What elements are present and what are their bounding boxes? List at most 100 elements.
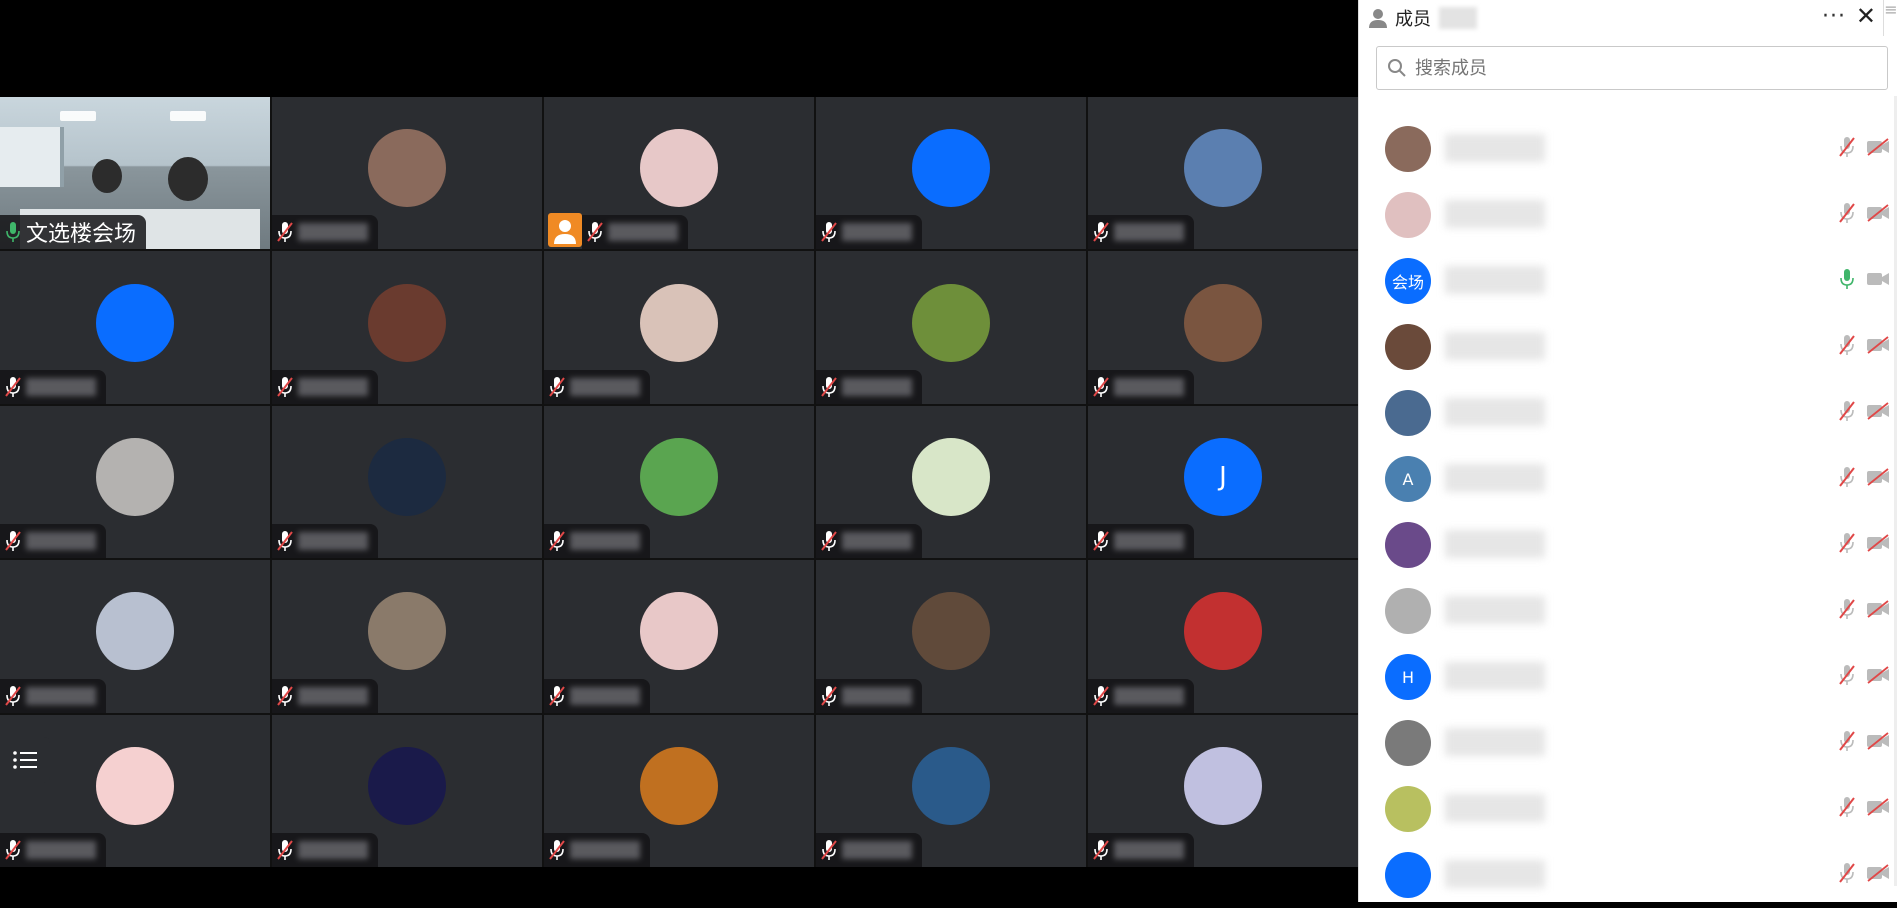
video-tile[interactable]: [0, 405, 270, 559]
member-count: [1439, 7, 1477, 29]
microphone-muted-icon[interactable]: [1838, 334, 1856, 360]
video-tile[interactable]: J: [1088, 405, 1358, 559]
member-avatar: [1385, 126, 1431, 172]
camera-on-icon[interactable]: [1866, 270, 1890, 292]
participant-name-bar: [816, 369, 922, 404]
member-name-redacted: [1445, 794, 1545, 822]
close-panel-button[interactable]: ✕: [1856, 2, 1876, 30]
avatar-initial: J: [1219, 461, 1227, 492]
video-tile[interactable]: [816, 405, 1086, 559]
video-tile[interactable]: [0, 251, 270, 404]
microphone-muted-icon: [276, 530, 294, 552]
member-name-redacted: [1445, 530, 1545, 558]
video-tile[interactable]: [544, 714, 814, 867]
member-search-box[interactable]: [1376, 46, 1888, 90]
participant-avatar: [912, 592, 990, 671]
microphone-muted-icon[interactable]: [1838, 598, 1856, 624]
camera-off-icon[interactable]: [1866, 864, 1890, 886]
microphone-muted-icon: [276, 221, 294, 243]
members-panel: 成员 ··· ✕ ≡ 会场 A H: [1358, 0, 1897, 902]
participant-avatar: [368, 746, 446, 825]
microphone-on-icon[interactable]: [1838, 268, 1856, 294]
microphone-muted-icon[interactable]: [1838, 136, 1856, 162]
microphone-muted-icon[interactable]: [1838, 400, 1856, 426]
participant-name-redacted: [298, 223, 368, 242]
participant-name-redacted: [842, 840, 912, 859]
participant-list-toggle-button[interactable]: [0, 737, 50, 783]
microphone-muted-icon[interactable]: [1838, 202, 1856, 228]
video-tile[interactable]: [272, 251, 542, 404]
video-tile[interactable]: [272, 560, 542, 713]
member-search-input[interactable]: [1413, 56, 1837, 80]
video-tile[interactable]: [544, 560, 814, 713]
camera-off-icon[interactable]: [1866, 138, 1890, 160]
video-tile[interactable]: [272, 714, 542, 867]
member-avatar: [1385, 786, 1431, 832]
member-row[interactable]: [1359, 512, 1897, 578]
microphone-muted-icon: [548, 839, 566, 861]
video-tile[interactable]: [544, 97, 814, 250]
participant-name: 文选楼会场: [26, 222, 137, 248]
member-row[interactable]: [1359, 776, 1897, 842]
member-row[interactable]: [1359, 116, 1897, 182]
participant-name-redacted: [842, 532, 912, 551]
microphone-muted-icon[interactable]: [1838, 796, 1856, 822]
camera-off-icon[interactable]: [1866, 534, 1890, 556]
camera-off-icon[interactable]: [1866, 336, 1890, 358]
participant-name-redacted: [570, 532, 640, 551]
participant-name-bar: [544, 832, 650, 867]
microphone-muted-icon[interactable]: [1838, 532, 1856, 558]
member-row[interactable]: [1359, 182, 1897, 248]
video-tile[interactable]: [272, 405, 542, 559]
member-row[interactable]: 会场: [1359, 248, 1897, 314]
video-grid: 文选楼会场 J: [0, 97, 1358, 867]
video-tile[interactable]: [1088, 560, 1358, 713]
member-row[interactable]: [1359, 380, 1897, 446]
video-tile[interactable]: [816, 560, 1086, 713]
participant-avatar: [368, 437, 446, 516]
microphone-muted-icon: [4, 530, 22, 552]
video-tile[interactable]: [0, 560, 270, 713]
participant-avatar: J: [1184, 437, 1262, 516]
participant-avatar: [640, 437, 718, 516]
microphone-muted-icon[interactable]: [1838, 664, 1856, 690]
video-tile[interactable]: [544, 405, 814, 559]
camera-off-icon[interactable]: [1866, 600, 1890, 622]
member-name-redacted: [1445, 134, 1545, 162]
video-tile[interactable]: [1088, 97, 1358, 250]
member-avatar: [1385, 390, 1431, 436]
participant-name-redacted: [1114, 532, 1184, 551]
more-options-button[interactable]: ···: [1822, 4, 1846, 29]
participant-name-bar: [582, 215, 688, 250]
camera-off-icon[interactable]: [1866, 732, 1890, 754]
panel-drag-handle[interactable]: ≡: [1883, 0, 1897, 36]
microphone-muted-icon: [820, 376, 838, 398]
member-row[interactable]: [1359, 578, 1897, 644]
video-tile[interactable]: [1088, 251, 1358, 404]
camera-off-icon[interactable]: [1866, 468, 1890, 490]
video-tile[interactable]: [816, 97, 1086, 250]
camera-off-icon[interactable]: [1866, 666, 1890, 688]
camera-off-icon[interactable]: [1866, 798, 1890, 820]
video-tile[interactable]: [816, 714, 1086, 867]
microphone-muted-icon: [820, 221, 838, 243]
member-row[interactable]: [1359, 314, 1897, 380]
video-tile[interactable]: [816, 251, 1086, 404]
microphone-muted-icon: [820, 685, 838, 707]
member-row[interactable]: A: [1359, 446, 1897, 512]
participant-name-bar: 文选楼会场: [0, 215, 147, 250]
camera-off-icon[interactable]: [1866, 402, 1890, 424]
camera-off-icon[interactable]: [1866, 204, 1890, 226]
video-tile[interactable]: [544, 251, 814, 404]
member-row[interactable]: H: [1359, 644, 1897, 710]
video-tile[interactable]: [1088, 714, 1358, 867]
microphone-muted-icon[interactable]: [1838, 862, 1856, 888]
member-row[interactable]: [1359, 710, 1897, 776]
microphone-muted-icon[interactable]: [1838, 730, 1856, 756]
video-tile[interactable]: 文选楼会场: [0, 97, 270, 250]
video-tile[interactable]: [272, 97, 542, 250]
microphone-muted-icon[interactable]: [1838, 466, 1856, 492]
member-row[interactable]: [1359, 842, 1897, 908]
participant-avatar: [1184, 129, 1262, 208]
participant-name-bar: [1088, 369, 1194, 404]
